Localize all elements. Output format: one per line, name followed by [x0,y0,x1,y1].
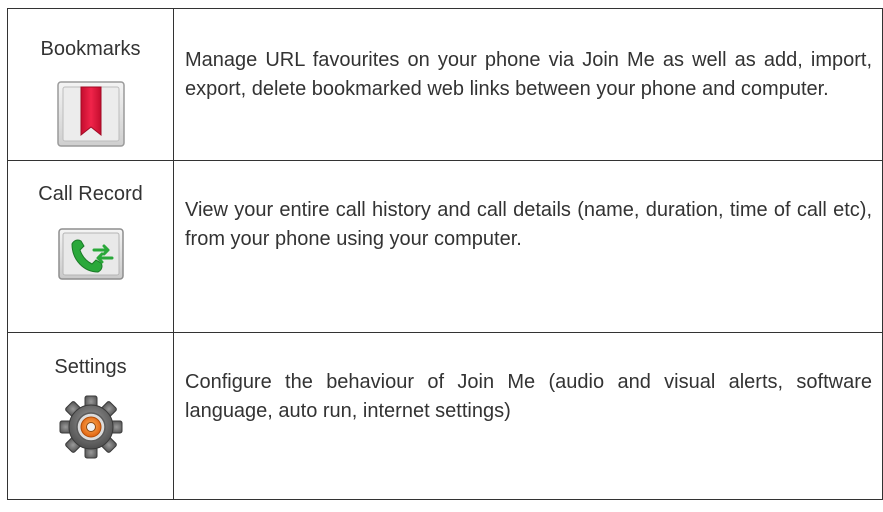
feature-description-cell: Manage URL favourites on your phone via … [173,8,883,161]
feature-description: View your entire call history and call d… [185,199,872,250]
bookmark-icon [56,81,125,147]
feature-name: Call Record [38,183,143,205]
feature-name: Bookmarks [40,38,141,60]
feature-description: Configure the behaviour of Join Me (audi… [185,371,872,422]
table-row: Settings Configure the behaviour of Join… [7,332,883,500]
table-row: Call Record View your entire call histor… [7,160,883,333]
settings-gear-icon [59,395,122,459]
table-row: Bookmarks Manage URL favourites on your … [7,8,883,161]
feature-name-cell: Bookmarks [7,8,174,161]
feature-description-cell: View your entire call history and call d… [173,160,883,333]
feature-table: Bookmarks Manage URL favourites on your … [7,8,883,500]
feature-description: Manage URL favourites on your phone via … [185,49,872,100]
feature-name-cell: Call Record [7,160,174,333]
feature-description-cell: Configure the behaviour of Join Me (audi… [173,332,883,500]
feature-name: Settings [54,356,127,378]
feature-name-cell: Settings [7,332,174,500]
call-record-icon [57,228,124,280]
